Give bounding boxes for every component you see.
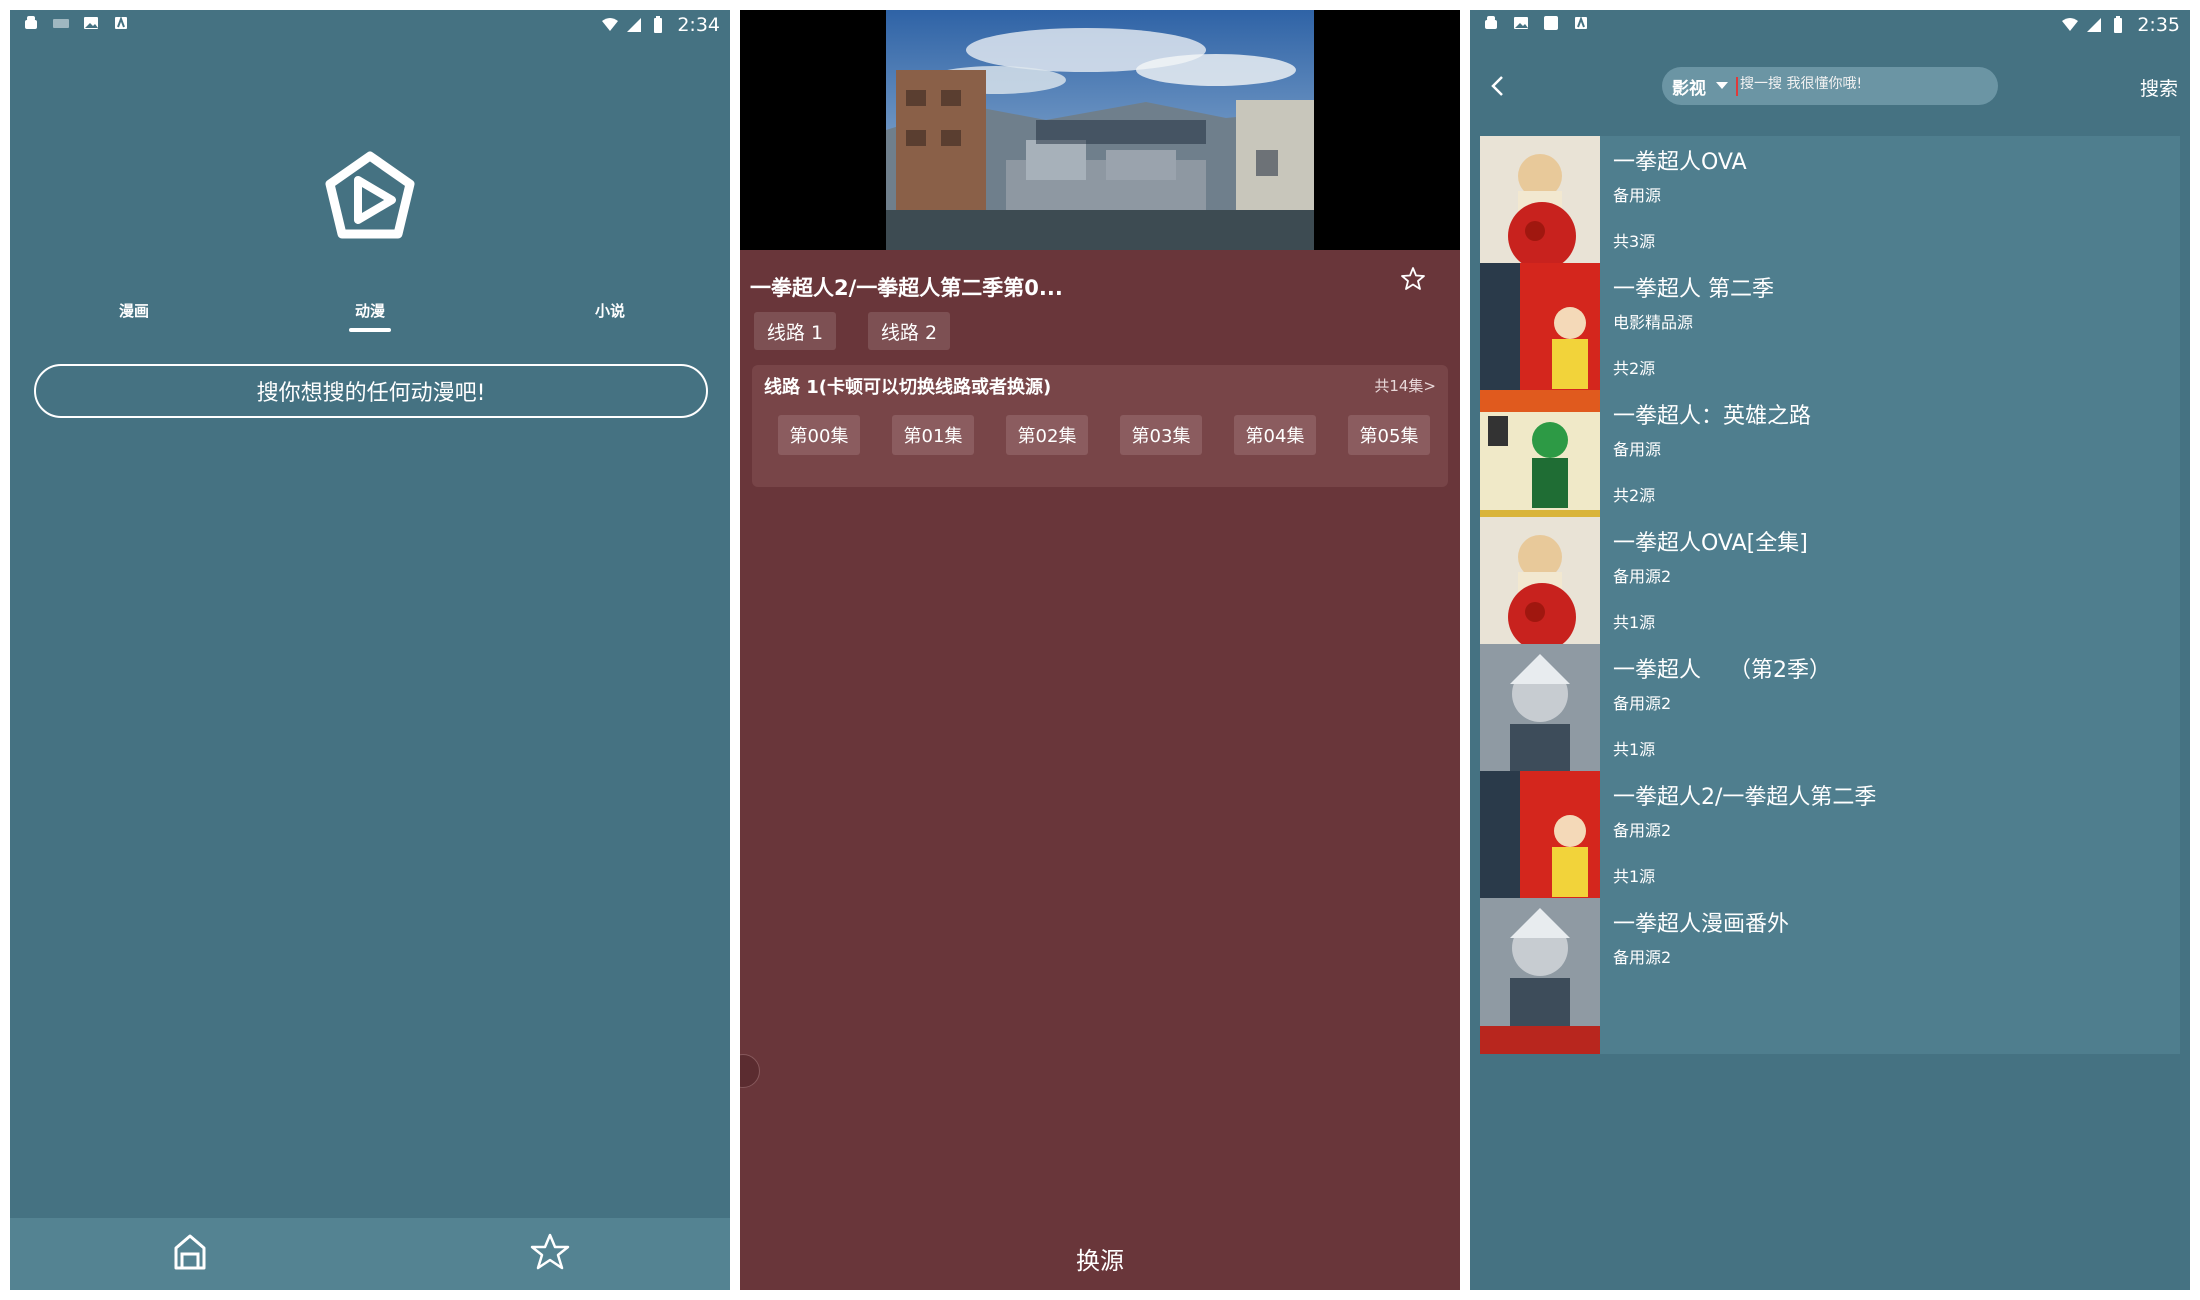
search-screen: 2:35 影视 搜索 一拳超人OVA备用源共3源ONE PUNCH MAN一拳超… — [1470, 10, 2190, 1290]
result-source: 备用源2 — [1613, 821, 1672, 840]
notification-a-icon — [112, 14, 130, 32]
clock: 2:34 — [677, 14, 720, 36]
episode-card: 线路 1(卡顿可以切换线路或者换源) 共14集> 第00集 第01集 第02集 … — [752, 365, 1448, 487]
favorites-icon[interactable] — [530, 1232, 570, 1272]
search-submit-button[interactable]: 搜索 — [2140, 74, 2178, 101]
text-cursor — [1736, 77, 1738, 96]
result-title: 一拳超人 第二季 — [1613, 277, 1774, 302]
android-icon — [22, 14, 40, 32]
tab-novel[interactable]: 小说 — [550, 300, 670, 321]
video-frame — [886, 10, 1314, 250]
result-item[interactable]: 一拳超人漫画番外备用源2 — [1480, 898, 2180, 1054]
route-1-button[interactable]: 线路 1 — [754, 312, 836, 350]
category-dropdown[interactable]: 影视 — [1672, 74, 1706, 99]
result-source: 备用源2 — [1613, 567, 1672, 586]
signal-icon — [625, 16, 643, 34]
result-source: 备用源2 — [1613, 948, 1672, 967]
result-title: 一拳超人2/一拳超人第二季 — [1613, 785, 1877, 810]
result-source: 备用源2 — [1613, 694, 1672, 713]
back-icon[interactable] — [1488, 74, 1508, 98]
video-title: 一拳超人2/一拳超人第二季第0... — [750, 276, 1063, 300]
tab-manga[interactable]: 漫画 — [74, 300, 194, 321]
clock: 2:35 — [2137, 14, 2180, 36]
square-icon — [1542, 14, 1560, 32]
result-title: 一拳超人OVA[全集] — [1613, 531, 1808, 556]
dropdown-caret-icon[interactable] — [1716, 82, 1728, 89]
category-tabs: 漫画 动漫 小说 — [10, 300, 730, 350]
bottom-nav — [10, 1218, 730, 1290]
result-title: 一拳超人OVA — [1613, 150, 1747, 175]
floating-handle[interactable] — [740, 1054, 760, 1088]
home-screen: 2:34 漫画 动漫 小说 搜你想搜的任何动漫吧! — [10, 10, 730, 1290]
home-icon[interactable] — [170, 1232, 210, 1272]
image-icon — [1512, 14, 1530, 32]
result-thumbnail[interactable] — [1480, 898, 1600, 1054]
episode-count-link[interactable]: 共14集> — [1374, 375, 1436, 396]
wifi-icon — [601, 16, 619, 34]
episode-button[interactable]: 第05集 — [1348, 415, 1430, 455]
episode-button[interactable]: 第00集 — [778, 415, 860, 455]
search-input[interactable] — [1740, 76, 1980, 92]
route-2-button[interactable]: 线路 2 — [868, 312, 950, 350]
change-source-button[interactable]: 换源 — [740, 1241, 1460, 1276]
status-bar: 2:35 — [1470, 10, 2190, 40]
image-icon — [82, 14, 100, 32]
result-title: 一拳超人：英雄之路 — [1613, 404, 1812, 429]
result-source: 备用源 — [1613, 186, 1662, 205]
favorite-star-icon[interactable] — [1400, 266, 1426, 292]
result-source: 电影精品源 — [1613, 313, 1694, 332]
battery-icon — [2109, 16, 2127, 34]
battery-icon — [649, 16, 667, 34]
tab-anime[interactable]: 动漫 — [310, 300, 430, 321]
result-count: 共3源 — [1613, 232, 1656, 251]
result-count: 共1源 — [1613, 740, 1656, 759]
keyboard-icon — [52, 14, 70, 32]
video-player[interactable] — [740, 10, 1460, 250]
player-screen: 一拳超人2/一拳超人第二季第0... 线路 1 线路 2 线路 1(卡顿可以切换… — [740, 10, 1460, 1290]
result-count: 共1源 — [1613, 867, 1656, 886]
signal-icon — [2085, 16, 2103, 34]
episode-button[interactable]: 第01集 — [892, 415, 974, 455]
episode-button[interactable]: 第02集 — [1006, 415, 1088, 455]
notification-a-icon — [1572, 14, 1590, 32]
result-count: 共2源 — [1613, 359, 1656, 378]
result-count: 共1源 — [1613, 613, 1656, 632]
episode-button[interactable]: 第03集 — [1120, 415, 1202, 455]
result-title: 一拳超人漫画番外 — [1613, 912, 1790, 937]
result-count: 共2源 — [1613, 486, 1656, 505]
tab-indicator — [349, 328, 391, 332]
app-logo — [325, 151, 415, 239]
status-bar: 2:34 — [10, 10, 730, 40]
search-button[interactable]: 搜你想搜的任何动漫吧! — [34, 364, 708, 418]
episode-button[interactable]: 第04集 — [1234, 415, 1316, 455]
wifi-icon — [2061, 16, 2079, 34]
search-bar: 影视 — [1662, 67, 1998, 105]
result-source: 备用源 — [1613, 440, 1662, 459]
episode-card-title: 线路 1(卡顿可以切换线路或者换源) — [764, 377, 1052, 398]
result-title: 一拳超人 （第2季） — [1613, 658, 1831, 683]
android-icon — [1482, 14, 1500, 32]
